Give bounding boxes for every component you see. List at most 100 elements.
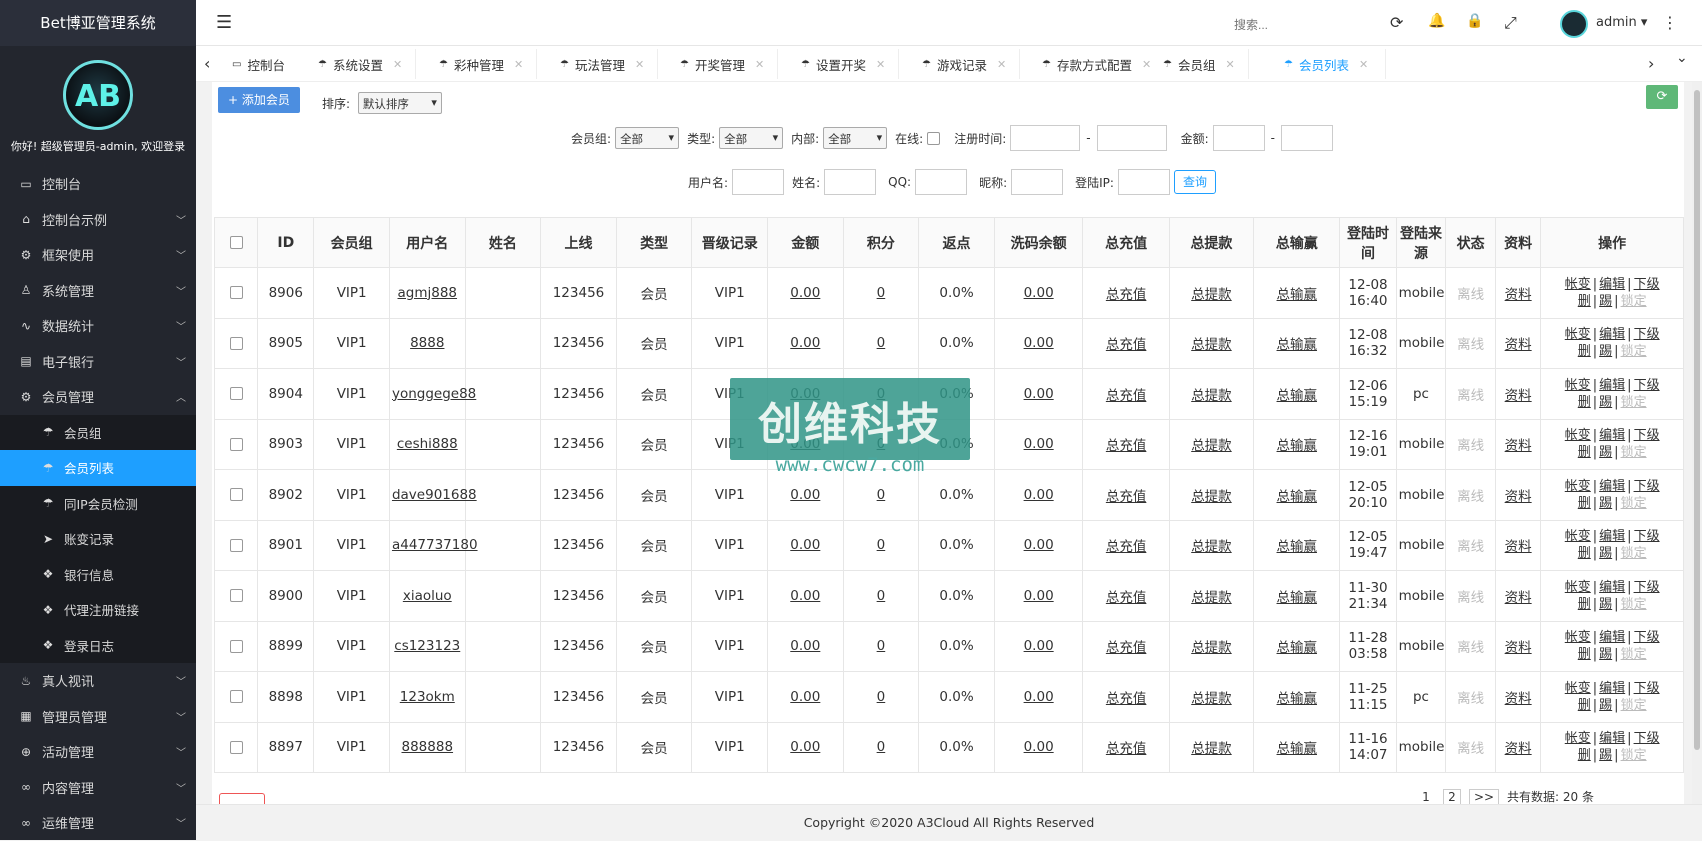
op-change-link[interactable]: 帐变 — [1565, 529, 1591, 544]
sidebar-item[interactable]: ❖ 登录日志 — [0, 628, 196, 664]
sidebar-item[interactable]: ⚙ 会员管理 ︿ — [0, 379, 196, 415]
tab[interactable]: ▭ 控制台 — [222, 49, 322, 79]
close-icon[interactable]: ✕ — [1225, 58, 1234, 71]
tabs-right-arrow-icon[interactable]: › — [1648, 54, 1654, 73]
table-cell[interactable]: 总输赢 — [1253, 721, 1341, 773]
bell-icon[interactable]: 🔔 — [1428, 13, 1445, 29]
table-cell[interactable]: 总输赢 — [1253, 620, 1341, 672]
sidebar-item[interactable]: ∿ 数据统计 ﹀ — [0, 308, 196, 344]
op-edit-link[interactable]: 编辑 — [1599, 580, 1625, 595]
table-cell[interactable]: 0.00 — [767, 721, 844, 773]
table-cell[interactable]: xiaoluo — [388, 570, 466, 622]
op-lock-link[interactable]: 锁定 — [1621, 647, 1647, 662]
close-icon[interactable]: ✕ — [514, 58, 523, 71]
sidebar-item[interactable]: ➤ 账变记录 — [0, 521, 196, 557]
regtime-start-input[interactable] — [1010, 125, 1081, 151]
amount-min-input[interactable] — [1212, 125, 1265, 151]
avatar[interactable] — [1560, 10, 1588, 38]
more-icon[interactable]: ⋮ — [1662, 13, 1678, 32]
op-kick-link[interactable]: 踢 — [1599, 597, 1612, 612]
tab[interactable]: ☂ 玩法管理 ✕ — [550, 49, 658, 79]
op-change-link[interactable]: 帐变 — [1565, 277, 1591, 292]
table-cell[interactable]: 0.00 — [993, 519, 1084, 571]
close-icon[interactable]: ✕ — [755, 58, 764, 71]
op-sub-link[interactable]: 下级 — [1634, 681, 1660, 696]
op-lock-link[interactable]: 锁定 — [1621, 496, 1647, 511]
table-cell[interactable]: cs123123 — [388, 620, 466, 672]
op-delete-link[interactable]: 删 — [1578, 546, 1591, 561]
username-input[interactable] — [732, 169, 785, 195]
lock-icon[interactable]: 🔒 — [1466, 13, 1483, 29]
table-cell[interactable]: 0 — [842, 721, 920, 773]
tab[interactable]: ☂ 设置开奖 ✕ — [791, 49, 899, 79]
table-cell[interactable]: 资料 — [1494, 469, 1542, 521]
op-edit-link[interactable]: 编辑 — [1599, 327, 1625, 342]
table-cell[interactable]: 0.00 — [767, 519, 844, 571]
table-cell[interactable]: 总提款 — [1168, 368, 1255, 420]
op-edit-link[interactable]: 编辑 — [1599, 428, 1625, 443]
op-change-link[interactable]: 帐变 — [1565, 630, 1591, 645]
op-kick-link[interactable]: 踢 — [1599, 546, 1612, 561]
table-cell[interactable]: 0.00 — [993, 570, 1084, 622]
row-checkbox[interactable] — [229, 639, 243, 653]
table-cell[interactable]: 资料 — [1494, 317, 1542, 369]
table-cell[interactable]: 0.00 — [767, 620, 844, 672]
sidebar-item[interactable]: ❖ 代理注册链接 — [0, 592, 196, 628]
name-input[interactable] — [824, 169, 877, 195]
table-cell[interactable]: 资料 — [1494, 721, 1542, 773]
op-change-link[interactable]: 帐变 — [1565, 681, 1591, 696]
scrollbar[interactable] — [1692, 82, 1702, 804]
close-icon[interactable]: ✕ — [876, 58, 885, 71]
table-cell[interactable]: yonggege88 — [388, 368, 476, 420]
op-delete-link[interactable]: 删 — [1578, 294, 1591, 309]
op-delete-link[interactable]: 删 — [1578, 698, 1591, 713]
op-edit-link[interactable]: 编辑 — [1599, 378, 1625, 393]
op-delete-link[interactable]: 删 — [1578, 344, 1591, 359]
op-delete-link[interactable]: 删 — [1578, 647, 1591, 662]
table-cell[interactable]: 总充值 — [1082, 368, 1170, 420]
table-cell[interactable]: 8888 — [388, 317, 466, 369]
table-cell[interactable]: a447737180 — [388, 519, 478, 571]
op-lock-link[interactable]: 锁定 — [1621, 344, 1647, 359]
page-size-select[interactable] — [219, 793, 265, 804]
op-sub-link[interactable]: 下级 — [1634, 731, 1660, 746]
page-2[interactable]: 2 — [1442, 788, 1461, 804]
table-cell[interactable]: 总输赢 — [1253, 368, 1341, 420]
op-lock-link[interactable]: 锁定 — [1621, 546, 1647, 561]
op-lock-link[interactable]: 锁定 — [1621, 698, 1647, 713]
op-sub-link[interactable]: 下级 — [1634, 479, 1660, 494]
tab[interactable]: ☂ 彩种管理 ✕ — [429, 49, 537, 79]
op-edit-link[interactable]: 编辑 — [1599, 529, 1625, 544]
op-lock-link[interactable]: 锁定 — [1621, 294, 1647, 309]
op-change-link[interactable]: 帐变 — [1565, 378, 1591, 393]
online-checkbox[interactable] — [927, 131, 941, 145]
tab[interactable]: ☂ 会员列表 ✕ — [1274, 49, 1386, 79]
table-cell[interactable]: 0.00 — [767, 671, 844, 723]
row-checkbox[interactable] — [229, 286, 243, 300]
op-kick-link[interactable]: 踢 — [1599, 647, 1612, 662]
sidebar-item[interactable]: ⚙ 框架使用 ﹀ — [0, 237, 196, 273]
loginip-input[interactable] — [1117, 169, 1170, 195]
add-member-button[interactable]: + 添加会员 — [218, 87, 300, 113]
tabs-dropdown-icon[interactable]: ⌄ — [1676, 50, 1688, 66]
table-cell[interactable]: 总充值 — [1082, 519, 1170, 571]
table-cell[interactable]: dave901688 — [388, 469, 477, 521]
table-cell[interactable]: agmj888 — [388, 267, 466, 319]
table-cell[interactable]: 资料 — [1494, 418, 1542, 470]
op-change-link[interactable]: 帐变 — [1565, 580, 1591, 595]
nickname-input[interactable] — [1011, 169, 1064, 195]
table-cell[interactable]: 0.00 — [993, 368, 1084, 420]
table-cell[interactable]: 总提款 — [1168, 267, 1255, 319]
sidebar-item[interactable]: ▦ 管理员管理 ﹀ — [0, 699, 196, 735]
op-sub-link[interactable]: 下级 — [1634, 277, 1660, 292]
op-sub-link[interactable]: 下级 — [1634, 378, 1660, 393]
op-delete-link[interactable]: 删 — [1578, 445, 1591, 460]
table-cell[interactable]: 总提款 — [1168, 671, 1255, 723]
table-cell[interactable]: 0.00 — [767, 368, 844, 420]
op-delete-link[interactable]: 删 — [1578, 496, 1591, 511]
table-cell[interactable]: 总充值 — [1082, 570, 1170, 622]
sidebar-item[interactable]: ⊕ 活动管理 ﹀ — [0, 734, 196, 770]
op-edit-link[interactable]: 编辑 — [1599, 681, 1625, 696]
table-cell[interactable]: 0.00 — [993, 418, 1084, 470]
sort-select[interactable]: 默认排序 — [357, 92, 442, 114]
